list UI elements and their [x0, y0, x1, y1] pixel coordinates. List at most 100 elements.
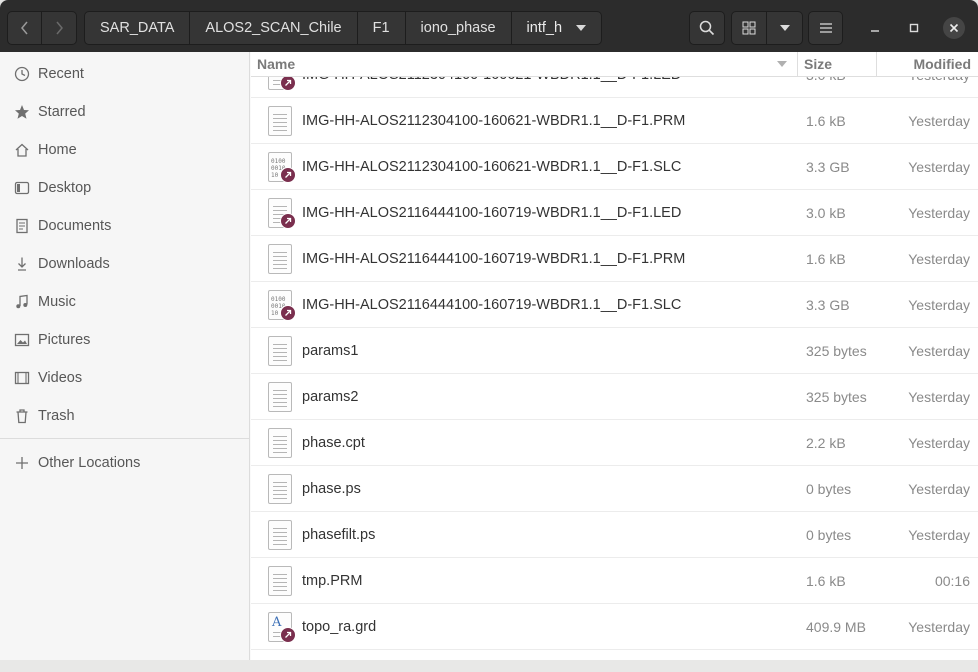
file-line	[273, 582, 287, 583]
file-row[interactable]: phase.ps 0 bytes Yesterday	[251, 466, 978, 512]
file-page-shape	[268, 428, 292, 458]
file-modified: Yesterday	[908, 204, 970, 221]
breadcrumb-label: ALOS2_SCAN_Chile	[205, 20, 342, 36]
grid-view-button[interactable]	[732, 12, 768, 44]
maximize-button[interactable]	[900, 14, 928, 42]
file-row[interactable]: 0100 0010 10 IMG-HH-ALOS2116444100-160719-W…	[251, 282, 978, 328]
file-modified: Yesterday	[908, 250, 970, 267]
chevron-down-icon	[576, 25, 587, 31]
text-file-icon	[268, 382, 294, 414]
file-row[interactable]: phase.cpt 2.2 kB Yesterday	[251, 420, 978, 466]
video-icon	[13, 369, 31, 387]
file-row[interactable]: 0100 0010 10 IMG-HH-ALOS2112304100-160621-W…	[251, 144, 978, 190]
sidebar-item-videos[interactable]: Videos	[0, 359, 250, 397]
file-line	[273, 532, 287, 533]
file-line	[273, 126, 287, 127]
column-header-size[interactable]: Size	[798, 52, 877, 76]
file-line	[273, 486, 287, 487]
sidebar-item-pictures[interactable]: Pictures	[0, 321, 250, 359]
file-line	[273, 360, 287, 361]
binary-file-icon: 0100 0010 10	[268, 152, 296, 184]
file-name: params1	[302, 342, 359, 359]
breadcrumb-label: intf_h	[526, 20, 563, 36]
navigation-buttons	[7, 11, 77, 45]
file-row[interactable]: IMG-HH-ALOS2116444100-160719-WBDR1.1__D-…	[251, 236, 978, 282]
home-icon	[13, 141, 31, 159]
file-modified: Yesterday	[908, 434, 970, 451]
column-header-modified[interactable]: Modified	[877, 52, 978, 76]
file-name: IMG-HH-ALOS2112304100-160621-WBDR1.1__D-…	[302, 112, 686, 129]
sidebar-item-recent[interactable]: Recent	[0, 55, 250, 93]
file-row[interactable]: params2 325 bytes Yesterday	[251, 374, 978, 420]
sidebar-item-label: Videos	[38, 370, 83, 386]
sidebar-item-desktop[interactable]: Desktop	[0, 169, 250, 207]
file-row[interactable]: IMG-HH-ALOS2112304100-160621-WBDR1.1__D-…	[251, 98, 978, 144]
sidebar-item-home[interactable]: Home	[0, 131, 250, 169]
sidebar-item-trash[interactable]: Trash	[0, 397, 250, 435]
file-page-shape	[268, 106, 292, 136]
back-button[interactable]	[8, 12, 43, 44]
sidebar-item-other-locations[interactable]: Other Locations	[0, 444, 250, 482]
breadcrumb-current[interactable]: intf_h	[512, 12, 601, 44]
file-line	[273, 398, 287, 399]
minimize-button[interactable]	[861, 14, 889, 42]
file-page-shape	[268, 244, 292, 274]
column-header-name[interactable]: Name	[251, 52, 798, 76]
file-size: 409.9 MB	[806, 618, 866, 635]
file-row[interactable]: params1 325 bytes Yesterday	[251, 328, 978, 374]
view-options-button[interactable]	[767, 12, 802, 44]
text-file-icon	[268, 106, 294, 138]
file-size: 1.6 kB	[806, 250, 846, 267]
forward-button[interactable]	[42, 12, 76, 44]
sidebar-item-label: Downloads	[38, 256, 110, 272]
text-file-icon	[268, 474, 294, 506]
symlink-arrow-icon	[280, 305, 296, 321]
symlink-arrow-icon	[280, 75, 296, 91]
text-file-icon	[268, 198, 296, 230]
file-name: IMG-HH-ALOS2112304100-160621-WBDR1.1__D-…	[302, 158, 682, 175]
chevron-down-icon	[779, 25, 790, 31]
close-button-circle	[943, 17, 965, 39]
sidebar-item-label: Recent	[38, 66, 84, 82]
breadcrumb-item[interactable]: ALOS2_SCAN_Chile	[190, 12, 358, 44]
breadcrumb-item[interactable]: SAR_DATA	[85, 12, 191, 44]
close-button[interactable]	[940, 14, 968, 42]
sidebar-item-documents[interactable]: Documents	[0, 207, 250, 245]
file-line	[273, 444, 287, 445]
file-name: topo_ra.grd	[302, 618, 377, 635]
file-line	[273, 344, 287, 345]
file-size: 325 bytes	[806, 342, 867, 359]
sidebar-item-downloads[interactable]: Downloads	[0, 245, 250, 283]
text-file-icon	[268, 244, 294, 276]
file-line	[273, 268, 287, 269]
file-modified: Yesterday	[908, 388, 970, 405]
sidebar-item-starred[interactable]: Starred	[0, 93, 250, 131]
file-row[interactable]: phasefilt.ps 0 bytes Yesterday	[251, 512, 978, 558]
file-modified: Yesterday	[908, 618, 970, 635]
file-row[interactable]: Atopo_ra.grd 409.9 MB Yesterday	[251, 604, 978, 650]
close-icon	[949, 23, 959, 33]
file-row[interactable]: tmp.PRM 1.6 kB 00:16	[251, 558, 978, 604]
breadcrumb-item[interactable]: F1	[358, 12, 406, 44]
file-line	[273, 406, 287, 407]
main-menu-button[interactable]	[808, 11, 843, 45]
breadcrumb-item[interactable]: iono_phase	[406, 12, 512, 44]
minimize-icon	[871, 30, 879, 32]
header-bar: SAR_DATA ALOS2_SCAN_Chile F1 iono_phase …	[0, 0, 978, 52]
file-line	[273, 356, 287, 357]
file-line	[273, 436, 287, 437]
column-header-label: Modified	[913, 56, 971, 72]
document-icon	[13, 217, 31, 235]
search-button[interactable]	[689, 11, 725, 45]
file-line	[273, 122, 287, 123]
sidebar-item-music[interactable]: Music	[0, 283, 250, 321]
file-line	[273, 114, 287, 115]
file-name: IMG-HH-ALOS2116444100-160719-WBDR1.1__D-…	[302, 296, 682, 313]
file-line	[273, 590, 287, 591]
file-row[interactable]: IMG-HH-ALOS2116444100-160719-WBDR1.1__D-…	[251, 190, 978, 236]
file-line	[273, 352, 287, 353]
plus-icon	[13, 454, 31, 472]
text-file-icon	[268, 428, 294, 460]
sidebar-item-label: Home	[38, 142, 77, 158]
file-page-shape	[268, 336, 292, 366]
